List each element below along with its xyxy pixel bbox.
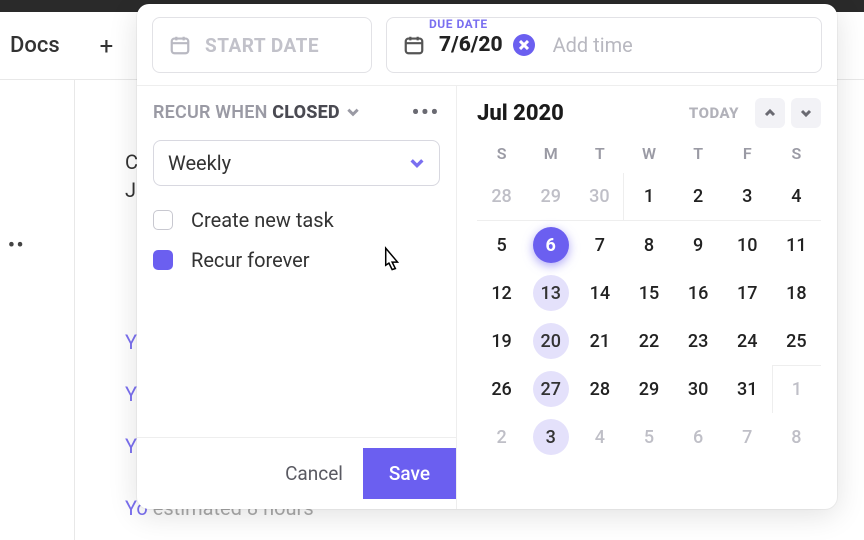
calendar-day[interactable]: 14 bbox=[575, 269, 624, 317]
calendar-day[interactable]: 22 bbox=[624, 317, 673, 365]
start-date-field[interactable]: START DATE bbox=[152, 17, 372, 73]
calendar-day[interactable]: 3 bbox=[526, 413, 575, 461]
calendar-day[interactable]: 25 bbox=[772, 317, 821, 365]
calendar-day[interactable]: 17 bbox=[723, 269, 772, 317]
calendar-day[interactable]: 4 bbox=[575, 413, 624, 461]
plus-icon[interactable]: + bbox=[100, 32, 114, 60]
calendar-day[interactable]: 1 bbox=[624, 173, 673, 221]
calendar-day[interactable]: 8 bbox=[624, 221, 673, 269]
calendar-dow: F bbox=[723, 138, 772, 169]
calendar-day[interactable]: 28 bbox=[575, 365, 624, 413]
recur-forever-label: Recur forever bbox=[191, 248, 310, 272]
calendar-day[interactable]: 30 bbox=[674, 365, 723, 413]
calendar-day[interactable]: 5 bbox=[624, 413, 673, 461]
calendar-day[interactable]: 7 bbox=[575, 221, 624, 269]
due-date-field[interactable]: DUE DATE 7/6/20 Add time bbox=[386, 17, 822, 73]
calendar-day[interactable]: 3 bbox=[723, 173, 772, 221]
calendar-day[interactable]: 21 bbox=[575, 317, 624, 365]
calendar-day[interactable]: 26 bbox=[477, 365, 526, 413]
calendar-day[interactable]: 10 bbox=[723, 221, 772, 269]
checkbox-checked-icon[interactable] bbox=[153, 250, 173, 270]
calendar-day[interactable]: 8 bbox=[772, 413, 821, 461]
create-new-task-label: Create new task bbox=[191, 208, 334, 232]
due-date-value: 7/6/20 bbox=[439, 33, 503, 57]
calendar-day[interactable]: 12 bbox=[477, 269, 526, 317]
recur-when-label[interactable]: RECUR WHEN CLOSED bbox=[153, 102, 340, 123]
calendar-day[interactable]: 4 bbox=[772, 173, 821, 221]
frequency-select[interactable]: Weekly bbox=[153, 140, 440, 186]
chevron-up-icon bbox=[764, 107, 776, 119]
calendar-dow: W bbox=[624, 138, 673, 169]
calendar-month-label: Jul 2020 bbox=[477, 101, 564, 126]
calendar-dow: S bbox=[477, 138, 526, 169]
calendar-next-button[interactable] bbox=[791, 98, 821, 128]
calendar-icon bbox=[403, 34, 425, 56]
calendar-prev-button[interactable] bbox=[755, 98, 785, 128]
calendar-day[interactable]: 1 bbox=[772, 365, 821, 413]
save-button[interactable]: Save bbox=[363, 448, 456, 499]
calendar-dow: S bbox=[772, 138, 821, 169]
frequency-value: Weekly bbox=[168, 151, 231, 175]
calendar-day[interactable]: 23 bbox=[674, 317, 723, 365]
calendar-day[interactable]: 16 bbox=[674, 269, 723, 317]
cancel-button[interactable]: Cancel bbox=[265, 448, 363, 499]
calendar-day[interactable]: 20 bbox=[526, 317, 575, 365]
chevron-down-icon bbox=[409, 155, 425, 171]
calendar-day[interactable]: 11 bbox=[772, 221, 821, 269]
checkbox-unchecked-icon[interactable] bbox=[153, 210, 173, 230]
calendar-dow: T bbox=[674, 138, 723, 169]
calendar-day[interactable]: 29 bbox=[624, 365, 673, 413]
calendar-day[interactable]: 29 bbox=[526, 173, 575, 221]
calendar-day[interactable]: 28 bbox=[477, 173, 526, 221]
calendar-day[interactable]: 5 bbox=[477, 221, 526, 269]
calendar-day[interactable]: 31 bbox=[723, 365, 772, 413]
start-date-placeholder: START DATE bbox=[205, 34, 319, 57]
clear-due-date-button[interactable] bbox=[513, 34, 535, 56]
more-icon[interactable]: •• bbox=[8, 235, 25, 256]
calendar-day[interactable]: 9 bbox=[674, 221, 723, 269]
calendar-day[interactable]: 2 bbox=[674, 173, 723, 221]
date-recurrence-modal: START DATE DUE DATE 7/6/20 Add time RECU… bbox=[137, 4, 837, 509]
recur-more-button[interactable]: ••• bbox=[412, 100, 440, 124]
chevron-down-icon[interactable] bbox=[346, 105, 360, 119]
calendar-day[interactable]: 24 bbox=[723, 317, 772, 365]
close-icon bbox=[519, 40, 529, 50]
calendar-day[interactable]: 19 bbox=[477, 317, 526, 365]
calendar-day[interactable]: 30 bbox=[575, 173, 624, 221]
calendar-today-button[interactable]: TODAY bbox=[689, 104, 739, 122]
calendar-day[interactable]: 27 bbox=[526, 365, 575, 413]
calendar-day[interactable]: 6 bbox=[526, 221, 575, 269]
calendar-day[interactable]: 13 bbox=[526, 269, 575, 317]
add-time-button[interactable]: Add time bbox=[553, 33, 633, 57]
due-date-label: DUE DATE bbox=[429, 17, 488, 31]
calendar-icon bbox=[169, 34, 191, 56]
chevron-down-icon bbox=[800, 107, 812, 119]
docs-label: Docs bbox=[10, 33, 60, 58]
calendar-day[interactable]: 6 bbox=[674, 413, 723, 461]
create-new-task-option[interactable]: Create new task bbox=[137, 200, 456, 240]
calendar-dow: M bbox=[526, 138, 575, 169]
recur-forever-option[interactable]: Recur forever bbox=[137, 240, 456, 280]
calendar-day[interactable]: 15 bbox=[624, 269, 673, 317]
calendar-day[interactable]: 18 bbox=[772, 269, 821, 317]
calendar-dow: T bbox=[575, 138, 624, 169]
calendar-day[interactable]: 7 bbox=[723, 413, 772, 461]
calendar-day[interactable]: 2 bbox=[477, 413, 526, 461]
